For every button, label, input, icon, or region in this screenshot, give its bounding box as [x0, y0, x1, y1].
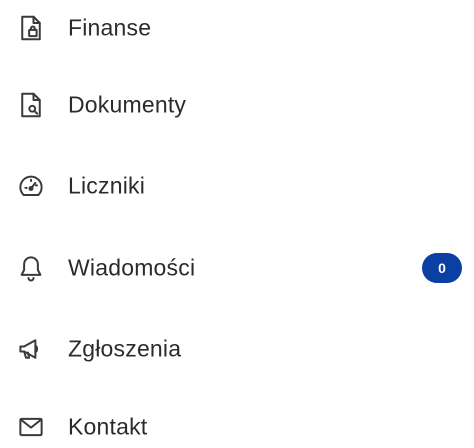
menu-item-label: Dokumenty: [68, 91, 187, 118]
megaphone-icon: [16, 334, 46, 364]
unread-count-badge: 0: [422, 253, 462, 283]
menu-item-wiadomosci[interactable]: Wiadomości 0: [0, 240, 474, 296]
menu-item-zgloszenia[interactable]: Zgłoszenia: [0, 321, 474, 377]
menu-item-label: Kontakt: [68, 413, 148, 440]
menu-item-label: Wiadomości: [68, 254, 196, 281]
menu-item-liczniki[interactable]: Liczniki: [0, 158, 474, 214]
envelope-icon: [16, 412, 46, 442]
document-search-icon: [16, 90, 46, 120]
menu-item-kontakt[interactable]: Kontakt: [0, 399, 474, 448]
bell-icon: [16, 253, 46, 283]
menu-item-label: Finanse: [68, 14, 152, 41]
navigation-menu: Finanse Dokumenty Liczniki Wiadomości 0 …: [0, 0, 474, 448]
menu-item-finanse[interactable]: Finanse: [0, 0, 474, 56]
finance-document-icon: [16, 13, 46, 43]
menu-item-label: Liczniki: [68, 172, 146, 199]
menu-item-label: Zgłoszenia: [68, 335, 182, 362]
menu-item-dokumenty[interactable]: Dokumenty: [0, 77, 474, 133]
meter-gauge-icon: [16, 171, 46, 201]
